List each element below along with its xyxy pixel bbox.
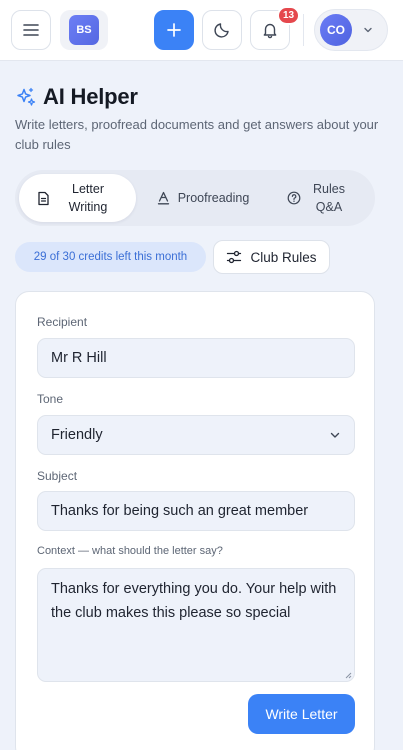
subject-value: Thanks for being such an great member (51, 503, 309, 519)
org-badge: BS (69, 15, 99, 45)
theme-toggle-button[interactable] (202, 10, 242, 50)
tone-value: Friendly (51, 427, 103, 443)
help-circle-icon (287, 191, 301, 205)
tab-bar: Letter Writing Proofreading Rules Q&A (15, 170, 375, 226)
context-textarea[interactable]: Thanks for everything you do. Your help … (37, 568, 355, 682)
avatar: CO (320, 14, 352, 46)
divider (303, 14, 304, 46)
tab-rules-qa[interactable]: Rules Q&A (273, 174, 363, 222)
text-format-icon (157, 191, 169, 205)
credits-badge: 29 of 30 credits left this month (15, 242, 206, 272)
menu-button[interactable] (11, 10, 51, 50)
context-label: Context — what should the letter say? (37, 545, 223, 557)
hamburger-menu-icon (23, 24, 39, 36)
document-icon (38, 191, 49, 205)
page-subtitle: Write letters, proofread documents and g… (15, 117, 379, 152)
tab-label: Rules Q&A (313, 182, 345, 214)
add-button[interactable] (154, 10, 194, 50)
tab-label: Letter Writing (68, 182, 108, 214)
resize-handle-icon[interactable] (344, 671, 352, 679)
user-menu-button[interactable]: CO (314, 9, 388, 51)
write-letter-button[interactable]: Write Letter (248, 694, 355, 734)
chevron-down-icon (330, 432, 340, 438)
page-title: AI Helper (43, 84, 138, 109)
letter-form-card: Recipient Mr R Hill Tone Friendly Subjec… (15, 291, 375, 750)
moon-icon (214, 23, 229, 38)
recipient-field[interactable]: Mr R Hill (37, 338, 355, 378)
top-bar: BS 13 CO (0, 0, 403, 61)
tab-label: Proofreading (177, 191, 250, 205)
context-value: Thanks for everything you do. Your help … (51, 581, 337, 621)
club-rules-label: Club Rules (250, 249, 317, 265)
organization-switcher[interactable]: BS (60, 10, 108, 50)
bell-icon (263, 23, 277, 39)
page-header: AI Helper (15, 84, 138, 110)
subject-label: Subject (37, 469, 78, 483)
recipient-value: Mr R Hill (51, 350, 107, 366)
tone-label: Tone (37, 392, 64, 406)
plus-icon (167, 23, 181, 37)
sparkles-icon (17, 87, 36, 106)
recipient-label: Recipient (37, 315, 88, 329)
notification-count-badge: 13 (277, 6, 301, 25)
chevron-down-icon (364, 27, 372, 33)
tab-proofreading[interactable]: Proofreading (148, 174, 258, 222)
tone-select[interactable]: Friendly (37, 415, 355, 455)
subject-field[interactable]: Thanks for being such an great member (37, 491, 355, 531)
sliders-icon (227, 250, 242, 264)
tab-letter-writing[interactable]: Letter Writing (19, 174, 136, 222)
club-rules-button[interactable]: Club Rules (213, 240, 330, 274)
